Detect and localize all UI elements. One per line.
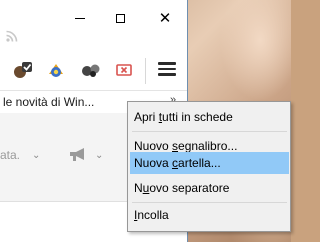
- hamburger-menu-button[interactable]: [158, 62, 176, 76]
- circles-extension-icon[interactable]: [80, 60, 102, 80]
- subbar-label[interactable]: ata.: [0, 148, 20, 162]
- maximize-icon: [115, 13, 125, 23]
- rss-icon[interactable]: [6, 30, 18, 42]
- menu-item-open-all-in-tabs[interactable]: Apri tutti in schede: [130, 106, 289, 128]
- menu-separator: [132, 131, 287, 132]
- toolbar-separator: [145, 58, 146, 84]
- screen-x-icon[interactable]: [113, 60, 135, 80]
- title-bar: ✕: [0, 0, 187, 40]
- pocket-check-icon[interactable]: [12, 60, 34, 80]
- chevron-down-icon[interactable]: ⌄: [95, 150, 103, 161]
- minimize-button[interactable]: [65, 4, 95, 32]
- megaphone-icon[interactable]: [68, 146, 90, 162]
- close-icon: ✕: [158, 8, 172, 27]
- close-button[interactable]: ✕: [150, 4, 180, 32]
- chevron-down-icon[interactable]: ⌄: [32, 150, 40, 161]
- minimize-icon: [75, 17, 85, 19]
- bookmarks-context-menu: Apri tutti in schede Nuovo segnalibro...…: [127, 101, 291, 232]
- bookmark-item[interactable]: le novità di Win...: [3, 95, 94, 109]
- hamburger-icon: [158, 62, 176, 65]
- menu-separator: [132, 202, 287, 203]
- puzzle-extension-icon[interactable]: [45, 60, 67, 80]
- maximize-button[interactable]: [105, 4, 135, 32]
- menu-item-paste[interactable]: Incolla: [130, 204, 289, 226]
- menu-item-new-folder[interactable]: Nuova cartella...: [130, 152, 289, 174]
- menu-item-new-separator[interactable]: Nuovo separatore: [130, 177, 289, 199]
